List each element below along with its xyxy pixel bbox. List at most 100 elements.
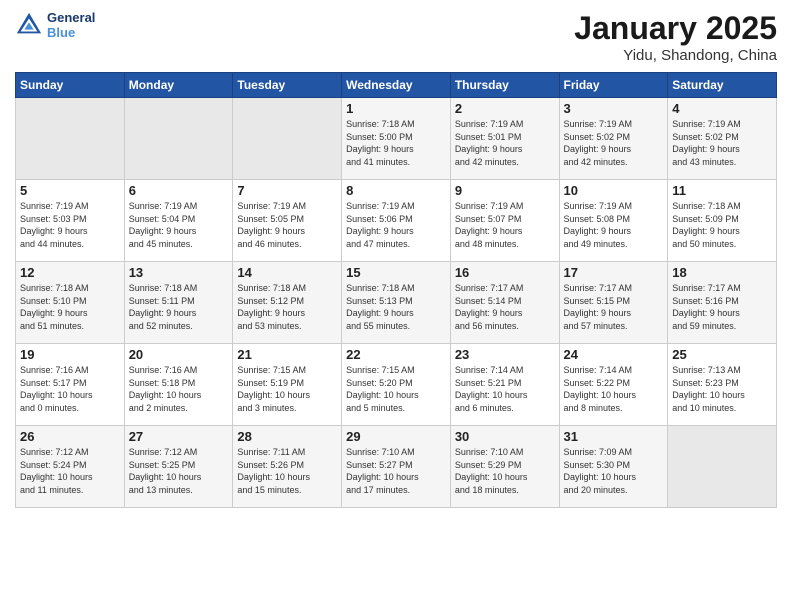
day-cell: 28 Sunrise: 7:11 AM Sunset: 5:26 PM Dayli… (233, 426, 342, 508)
day-header-tuesday: Tuesday (233, 73, 342, 98)
day-cell: 18Sunrise: 7:17 AM Sunset: 5:16 PM Dayli… (668, 262, 777, 344)
day-info: Sunrise: 7:12 AM Sunset: 5:25 PM Dayligh… (129, 446, 229, 496)
week-row-5: 26 Sunrise: 7:12 AM Sunset: 5:24 PM Dayli… (16, 426, 777, 508)
day-cell: 30 Sunrise: 7:10 AM Sunset: 5:29 PM Dayli… (450, 426, 559, 508)
day-header-wednesday: Wednesday (342, 73, 451, 98)
day-number: 10 (564, 183, 664, 198)
day-number: 26 (20, 429, 120, 444)
day-info: Sunrise: 7:14 AM Sunset: 5:21 PM Dayligh… (455, 364, 555, 414)
day-info: Sunrise: 7:18 AM Sunset: 5:13 PM Dayligh… (346, 282, 446, 332)
day-info: Sunrise: 7:18 AM Sunset: 5:00 PM Dayligh… (346, 118, 446, 168)
day-number: 8 (346, 183, 446, 198)
day-cell: 5 Sunrise: 7:19 AM Sunset: 5:03 PM Daylig… (16, 180, 125, 262)
day-cell (124, 98, 233, 180)
day-cell: 24Sunrise: 7:14 AM Sunset: 5:22 PM Dayli… (559, 344, 668, 426)
day-number: 22 (346, 347, 446, 362)
day-cell: 31 Sunrise: 7:09 AM Sunset: 5:30 PM Dayli… (559, 426, 668, 508)
day-number: 13 (129, 265, 229, 280)
day-cell: 29 Sunrise: 7:10 AM Sunset: 5:27 PM Dayli… (342, 426, 451, 508)
day-cell: 8 Sunrise: 7:19 AM Sunset: 5:06 PM Daylig… (342, 180, 451, 262)
day-number: 25 (672, 347, 772, 362)
day-number: 23 (455, 347, 555, 362)
day-number: 6 (129, 183, 229, 198)
week-row-3: 12Sunrise: 7:18 AM Sunset: 5:10 PM Dayli… (16, 262, 777, 344)
day-cell: 15 Sunrise: 7:18 AM Sunset: 5:13 PM Dayli… (342, 262, 451, 344)
title-area: January 2025 Yidu, Shandong, China (574, 10, 777, 64)
day-number: 5 (20, 183, 120, 198)
day-number: 31 (564, 429, 664, 444)
day-info: Sunrise: 7:17 AM Sunset: 5:14 PM Dayligh… (455, 282, 555, 332)
day-header-sunday: Sunday (16, 73, 125, 98)
calendar-page: General Blue January 2025 Yidu, Shandong… (0, 0, 792, 518)
day-info: Sunrise: 7:19 AM Sunset: 5:04 PM Dayligh… (129, 200, 229, 250)
day-info: Sunrise: 7:13 AM Sunset: 5:23 PM Dayligh… (672, 364, 772, 414)
day-header-friday: Friday (559, 73, 668, 98)
day-number: 9 (455, 183, 555, 198)
day-info: Sunrise: 7:10 AM Sunset: 5:27 PM Dayligh… (346, 446, 446, 496)
day-info: Sunrise: 7:18 AM Sunset: 5:12 PM Dayligh… (237, 282, 337, 332)
day-cell: 14Sunrise: 7:18 AM Sunset: 5:12 PM Dayli… (233, 262, 342, 344)
day-cell: 9 Sunrise: 7:19 AM Sunset: 5:07 PM Daylig… (450, 180, 559, 262)
header: General Blue January 2025 Yidu, Shandong… (15, 10, 777, 64)
day-info: Sunrise: 7:19 AM Sunset: 5:02 PM Dayligh… (564, 118, 664, 168)
day-cell (233, 98, 342, 180)
day-number: 17 (564, 265, 664, 280)
week-row-4: 19Sunrise: 7:16 AM Sunset: 5:17 PM Dayli… (16, 344, 777, 426)
day-info: Sunrise: 7:18 AM Sunset: 5:10 PM Dayligh… (20, 282, 120, 332)
day-cell: 7 Sunrise: 7:19 AM Sunset: 5:05 PM Daylig… (233, 180, 342, 262)
day-info: Sunrise: 7:19 AM Sunset: 5:03 PM Dayligh… (20, 200, 120, 250)
day-number: 21 (237, 347, 337, 362)
day-number: 16 (455, 265, 555, 280)
day-cell (668, 426, 777, 508)
header-row: SundayMondayTuesdayWednesdayThursdayFrid… (16, 73, 777, 98)
day-number: 27 (129, 429, 229, 444)
day-info: Sunrise: 7:15 AM Sunset: 5:19 PM Dayligh… (237, 364, 337, 414)
day-number: 18 (672, 265, 772, 280)
day-cell: 13 Sunrise: 7:18 AM Sunset: 5:11 PM Dayli… (124, 262, 233, 344)
day-info: Sunrise: 7:11 AM Sunset: 5:26 PM Dayligh… (237, 446, 337, 496)
day-cell: 6 Sunrise: 7:19 AM Sunset: 5:04 PM Daylig… (124, 180, 233, 262)
week-row-2: 5 Sunrise: 7:19 AM Sunset: 5:03 PM Daylig… (16, 180, 777, 262)
day-cell (16, 98, 125, 180)
day-cell: 25 Sunrise: 7:13 AM Sunset: 5:23 PM Dayli… (668, 344, 777, 426)
day-cell: 2Sunrise: 7:19 AM Sunset: 5:01 PM Daylig… (450, 98, 559, 180)
day-info: Sunrise: 7:16 AM Sunset: 5:18 PM Dayligh… (129, 364, 229, 414)
day-cell: 3Sunrise: 7:19 AM Sunset: 5:02 PM Daylig… (559, 98, 668, 180)
logo-icon (15, 11, 43, 39)
day-cell: 4Sunrise: 7:19 AM Sunset: 5:02 PM Daylig… (668, 98, 777, 180)
day-number: 30 (455, 429, 555, 444)
day-info: Sunrise: 7:19 AM Sunset: 5:08 PM Dayligh… (564, 200, 664, 250)
day-info: Sunrise: 7:19 AM Sunset: 5:05 PM Dayligh… (237, 200, 337, 250)
day-info: Sunrise: 7:15 AM Sunset: 5:20 PM Dayligh… (346, 364, 446, 414)
logo-text: General Blue (47, 10, 95, 40)
day-cell: 1 Sunrise: 7:18 AM Sunset: 5:00 PM Daylig… (342, 98, 451, 180)
day-info: Sunrise: 7:18 AM Sunset: 5:11 PM Dayligh… (129, 282, 229, 332)
day-info: Sunrise: 7:18 AM Sunset: 5:09 PM Dayligh… (672, 200, 772, 250)
day-info: Sunrise: 7:17 AM Sunset: 5:15 PM Dayligh… (564, 282, 664, 332)
day-cell: 20Sunrise: 7:16 AM Sunset: 5:18 PM Dayli… (124, 344, 233, 426)
day-number: 29 (346, 429, 446, 444)
day-number: 15 (346, 265, 446, 280)
day-info: Sunrise: 7:19 AM Sunset: 5:06 PM Dayligh… (346, 200, 446, 250)
day-info: Sunrise: 7:09 AM Sunset: 5:30 PM Dayligh… (564, 446, 664, 496)
day-header-thursday: Thursday (450, 73, 559, 98)
day-info: Sunrise: 7:19 AM Sunset: 5:02 PM Dayligh… (672, 118, 772, 168)
day-info: Sunrise: 7:12 AM Sunset: 5:24 PM Dayligh… (20, 446, 120, 496)
day-number: 24 (564, 347, 664, 362)
day-number: 2 (455, 101, 555, 116)
calendar-title: January 2025 (574, 10, 777, 47)
day-number: 1 (346, 101, 446, 116)
day-cell: 27 Sunrise: 7:12 AM Sunset: 5:25 PM Dayli… (124, 426, 233, 508)
calendar-table: SundayMondayTuesdayWednesdayThursdayFrid… (15, 72, 777, 508)
logo: General Blue (15, 10, 95, 40)
day-cell: 19Sunrise: 7:16 AM Sunset: 5:17 PM Dayli… (16, 344, 125, 426)
calendar-subtitle: Yidu, Shandong, China (574, 47, 777, 64)
day-cell: 26 Sunrise: 7:12 AM Sunset: 5:24 PM Dayli… (16, 426, 125, 508)
day-number: 28 (237, 429, 337, 444)
day-header-saturday: Saturday (668, 73, 777, 98)
day-info: Sunrise: 7:19 AM Sunset: 5:07 PM Dayligh… (455, 200, 555, 250)
day-number: 7 (237, 183, 337, 198)
day-info: Sunrise: 7:10 AM Sunset: 5:29 PM Dayligh… (455, 446, 555, 496)
day-cell: 10 Sunrise: 7:19 AM Sunset: 5:08 PM Dayli… (559, 180, 668, 262)
day-cell: 23 Sunrise: 7:14 AM Sunset: 5:21 PM Dayli… (450, 344, 559, 426)
